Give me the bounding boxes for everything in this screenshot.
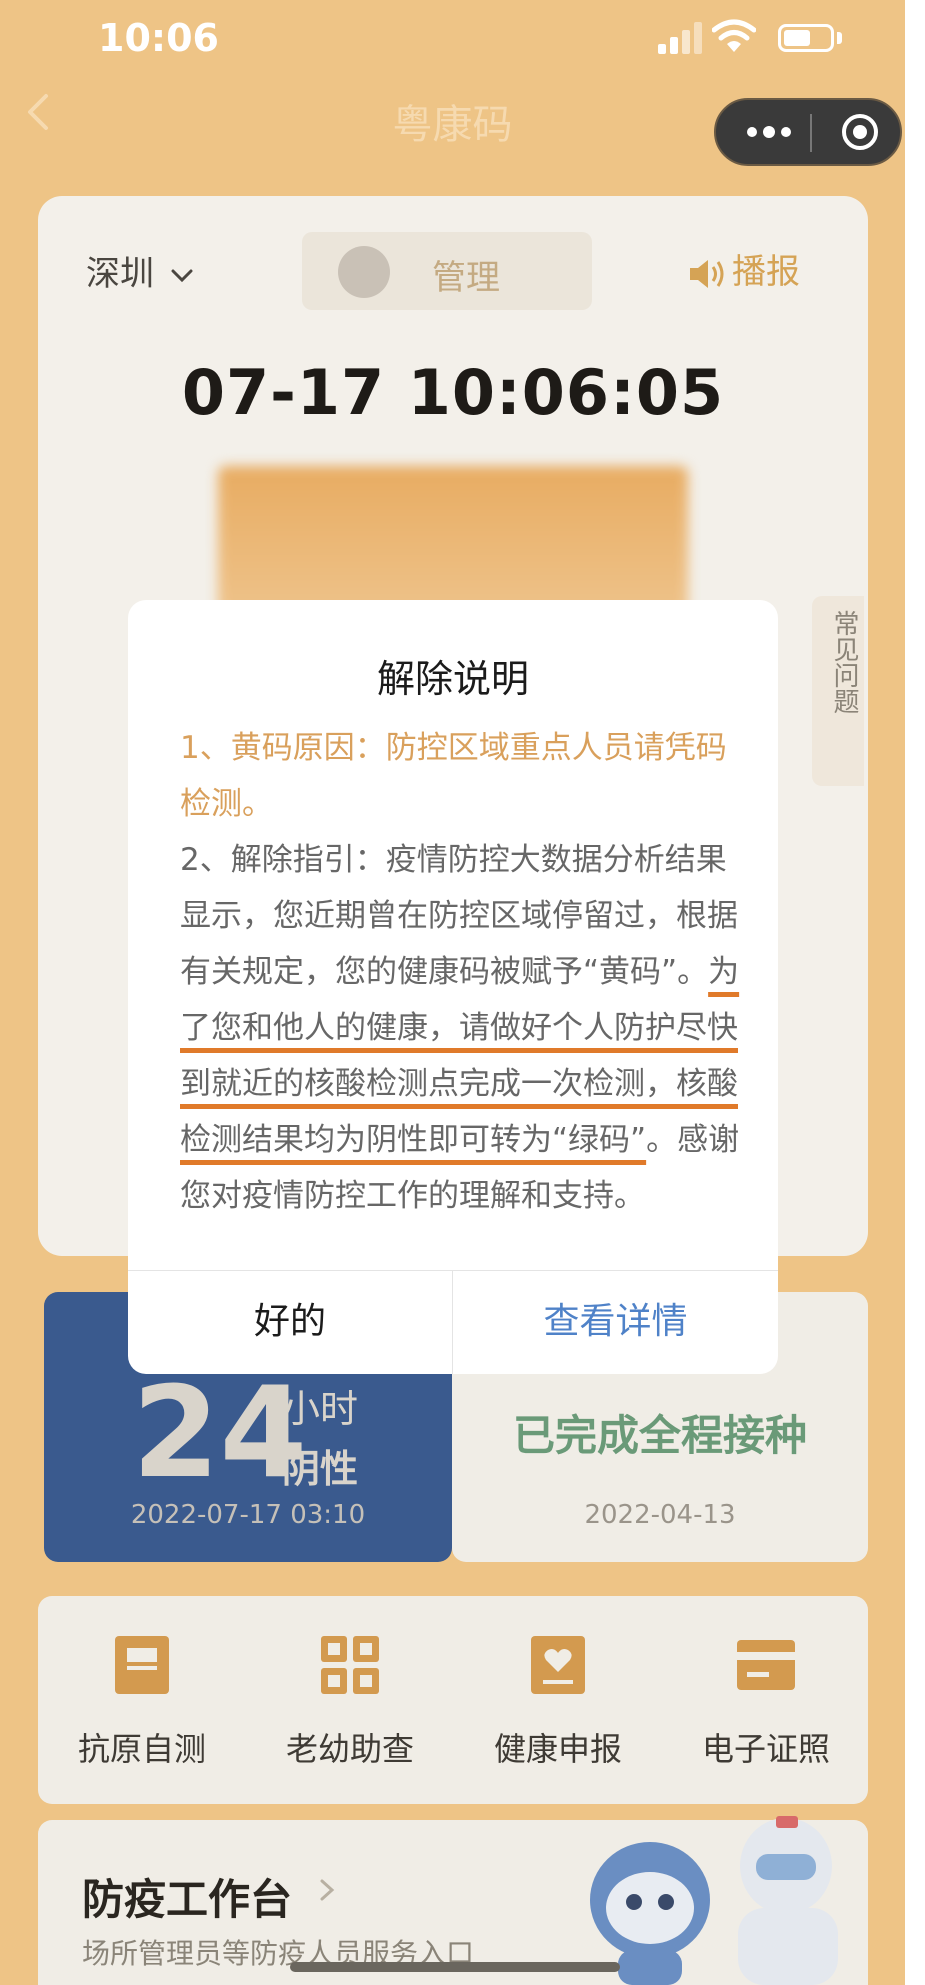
vaccination-date: 2022-04-13 [584, 1500, 736, 1530]
service-label: 抗原自测 [77, 1730, 206, 1768]
app-screen: 10:06 粤康码 深圳 管理 播报 07-17 10:06:05 常见问题 2… [0, 0, 905, 1985]
mini-program-capsule [714, 98, 902, 166]
service-label: 电子证照 [701, 1730, 830, 1768]
more-dots-icon[interactable] [744, 120, 794, 144]
mascot-illustration [590, 1816, 838, 1985]
avatar [338, 246, 390, 298]
test-timestamp: 2022-07-17 03:10 [130, 1500, 366, 1530]
dialog-title: 解除说明 [376, 657, 529, 701]
code-datetime: 07-17 10:06:05 [181, 356, 725, 429]
signal-icon [658, 22, 704, 54]
service-antigen-selftest[interactable]: 抗原自测 [38, 1622, 246, 1792]
city-selector[interactable]: 深圳 [86, 246, 193, 295]
manage-label: 管理 [432, 258, 500, 298]
heart-report-icon [531, 1636, 585, 1694]
guide-prefix: 2、解除指引：疫情防控大数据分析结果显示，您近期曾在防控区域停留过，根据有关规定… [180, 842, 738, 990]
faq-side-tab[interactable]: 常见问题 [812, 596, 864, 786]
status-time: 10:06 [98, 16, 219, 60]
service-e-license[interactable]: 电子证照 [662, 1622, 870, 1792]
city-label: 深圳 [86, 254, 154, 294]
capsule-divider [810, 114, 812, 152]
service-elderly-child-check[interactable]: 老幼助查 [246, 1622, 454, 1792]
chevron-right-icon [320, 1879, 335, 1901]
battery-icon [778, 24, 834, 52]
manage-button[interactable]: 管理 [302, 232, 592, 310]
card-license-icon [737, 1640, 795, 1690]
dialog-body: 1、黄码原因：防控区域重点人员请凭码检测。 2、解除指引：疫情防控大数据分析结果… [180, 720, 740, 1224]
speaker-icon [690, 259, 724, 288]
release-guide: 2、解除指引：疫情防控大数据分析结果显示，您近期曾在防控区域停留过，根据有关规定… [180, 832, 740, 1224]
broadcast-button[interactable]: 播报 [688, 244, 800, 293]
ok-button[interactable]: 好的 [128, 1270, 452, 1374]
screenshot-margin [905, 0, 925, 1985]
wifi-icon [712, 19, 756, 52]
test-result: 阴性 [282, 1447, 359, 1491]
services-grid: 抗原自测 老幼助查 健康申报 电子证照 [38, 1596, 868, 1804]
chevron-down-icon [171, 269, 193, 282]
release-instructions-dialog: 解除说明 1、黄码原因：防控区域重点人员请凭码检测。 2、解除指引：疫情防控大数… [128, 600, 778, 1374]
yellow-code-reason: 1、黄码原因：防控区域重点人员请凭码检测。 [180, 730, 727, 822]
broadcast-label: 播报 [732, 252, 800, 292]
close-target-icon[interactable] [840, 112, 880, 152]
vaccination-status: 已完成全程接种 [512, 1411, 807, 1460]
faq-label: 常见问题 [829, 610, 859, 714]
home-indicator [290, 1962, 620, 1972]
grid-apps-icon [321, 1636, 379, 1694]
view-details-button[interactable]: 查看详情 [453, 1270, 778, 1374]
service-health-declaration[interactable]: 健康申报 [454, 1622, 662, 1792]
workbench-title: 防疫工作台 [82, 1875, 293, 1924]
test-hours-unit: 小时 [282, 1387, 359, 1431]
antigen-box-icon [115, 1636, 169, 1694]
service-label: 老幼助查 [285, 1730, 414, 1768]
battery-tip [837, 32, 842, 44]
service-label: 健康申报 [493, 1730, 622, 1768]
